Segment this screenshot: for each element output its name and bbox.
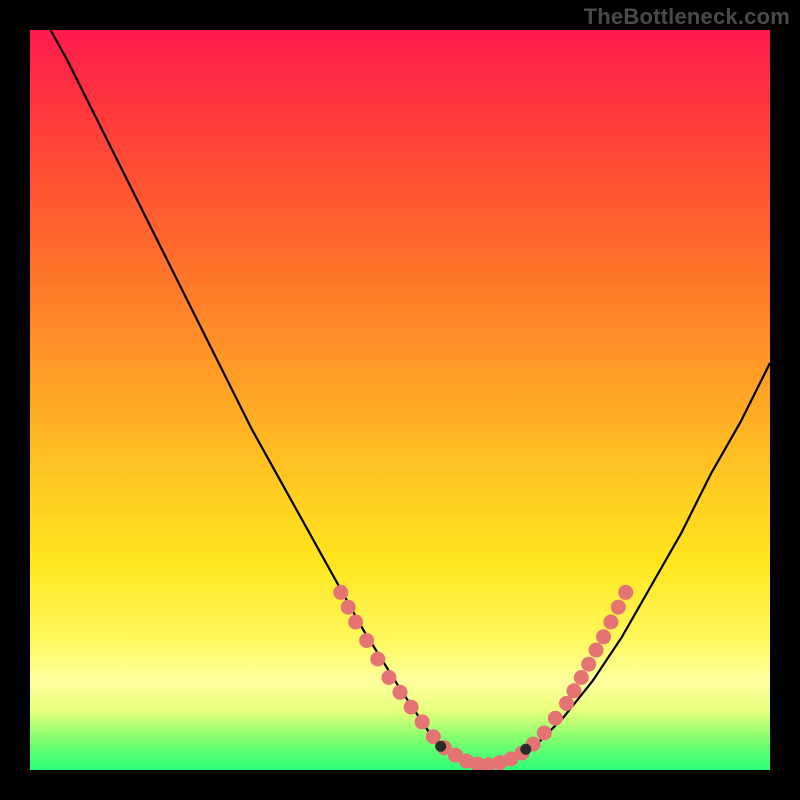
marker-dot <box>341 600 356 615</box>
marker-dot <box>393 685 408 700</box>
watermark-text: TheBottleneck.com <box>584 4 790 30</box>
marker-dot <box>348 615 363 630</box>
chart-svg <box>30 30 770 770</box>
marker-dot <box>415 714 430 729</box>
marker-dot <box>618 585 633 600</box>
chart-plot-area <box>30 30 770 770</box>
curve-path <box>30 30 770 766</box>
marker-dot-dark <box>435 741 446 752</box>
marker-dot <box>548 711 563 726</box>
marker-dot <box>566 683 581 698</box>
marker-dot <box>559 696 574 711</box>
marker-dot <box>381 670 396 685</box>
marker-dot <box>603 615 618 630</box>
marker-dot <box>333 585 348 600</box>
marker-dot <box>574 670 589 685</box>
marker-dot <box>537 726 552 741</box>
data-markers <box>333 585 633 770</box>
marker-dot <box>359 633 374 648</box>
marker-dot <box>370 652 385 667</box>
marker-dot <box>589 643 604 658</box>
chart-frame: TheBottleneck.com <box>0 0 800 800</box>
marker-dot <box>581 657 596 672</box>
marker-dot-dark <box>520 744 531 755</box>
marker-dot <box>596 629 611 644</box>
marker-dot <box>404 700 419 715</box>
bottleneck-curve <box>30 30 770 766</box>
marker-dot <box>611 600 626 615</box>
